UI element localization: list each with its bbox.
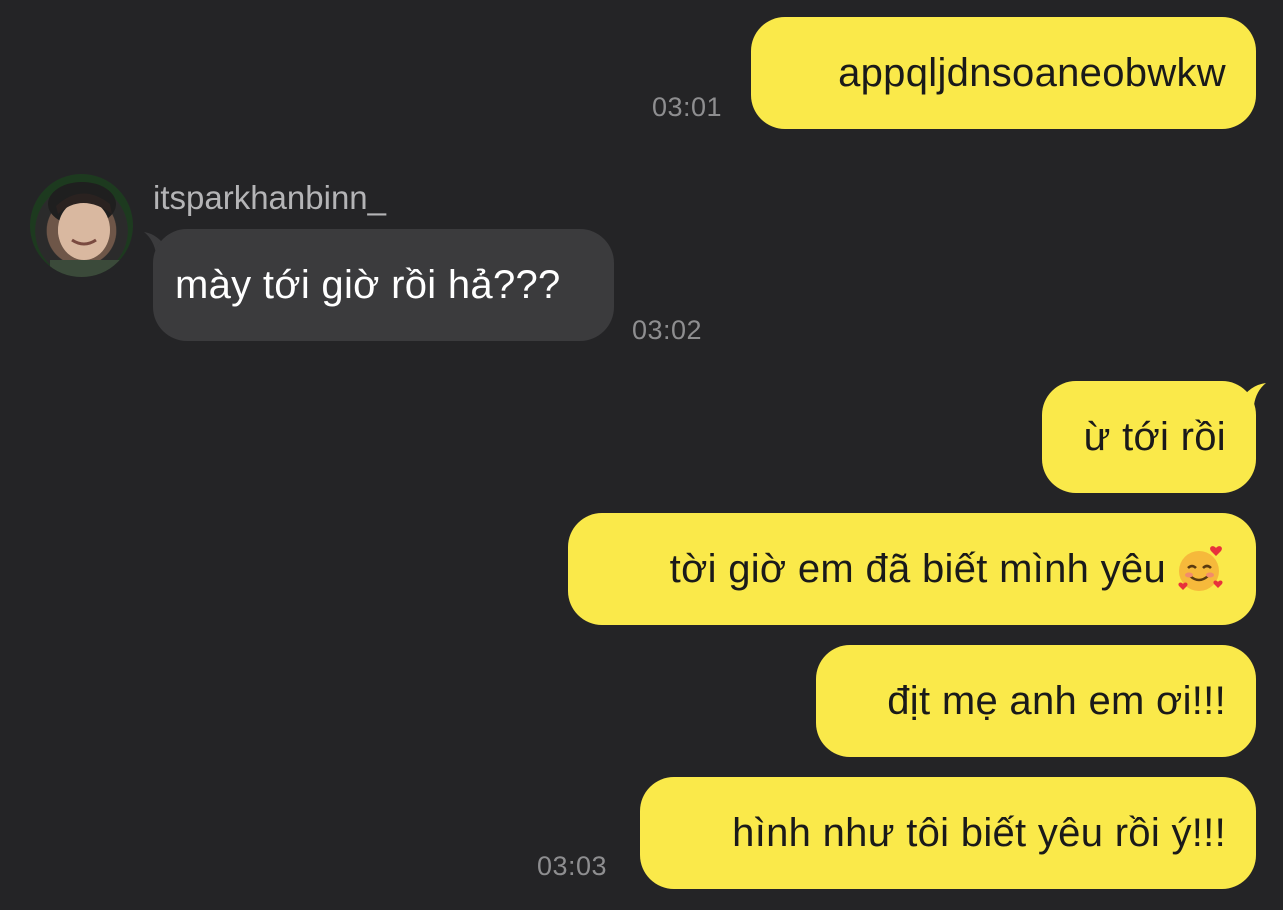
sender-name: itsparkhanbinn_	[153, 179, 386, 216]
avatar[interactable]	[30, 174, 133, 277]
message-timestamp: 03:03	[537, 851, 608, 881]
message-text: mày tới giờ rồi hả???	[175, 263, 561, 307]
message-text: địt mẹ anh em ơi!!!	[887, 679, 1226, 723]
incoming-message-bubble[interactable]: mày tới giờ rồi hả???	[153, 229, 614, 341]
avatar-photo	[48, 182, 120, 277]
message-text: appqljdnsoaneobwkw	[838, 51, 1226, 95]
outgoing-message-bubble[interactable]: appqljdnsoaneobwkw	[751, 17, 1256, 129]
message-text: tời giờ em đã biết mình yêu	[669, 547, 1166, 591]
message-timestamp: 03:02	[632, 315, 703, 345]
message-timestamp: 03:01	[652, 92, 723, 122]
message-text: hình như tôi biết yêu rồi ý!!!	[732, 811, 1226, 855]
outgoing-message-bubble[interactable]: hình như tôi biết yêu rồi ý!!!	[640, 777, 1256, 889]
outgoing-message-bubble[interactable]: ừ tới rồi	[1042, 381, 1256, 493]
outgoing-message-bubble[interactable]: địt mẹ anh em ơi!!!	[816, 645, 1256, 757]
outgoing-message-bubble[interactable]: tời giờ em đã biết mình yêu	[568, 513, 1256, 625]
smiling-face-with-hearts-emoji	[1178, 546, 1223, 591]
message-text: ừ tới rồi	[1083, 415, 1226, 459]
